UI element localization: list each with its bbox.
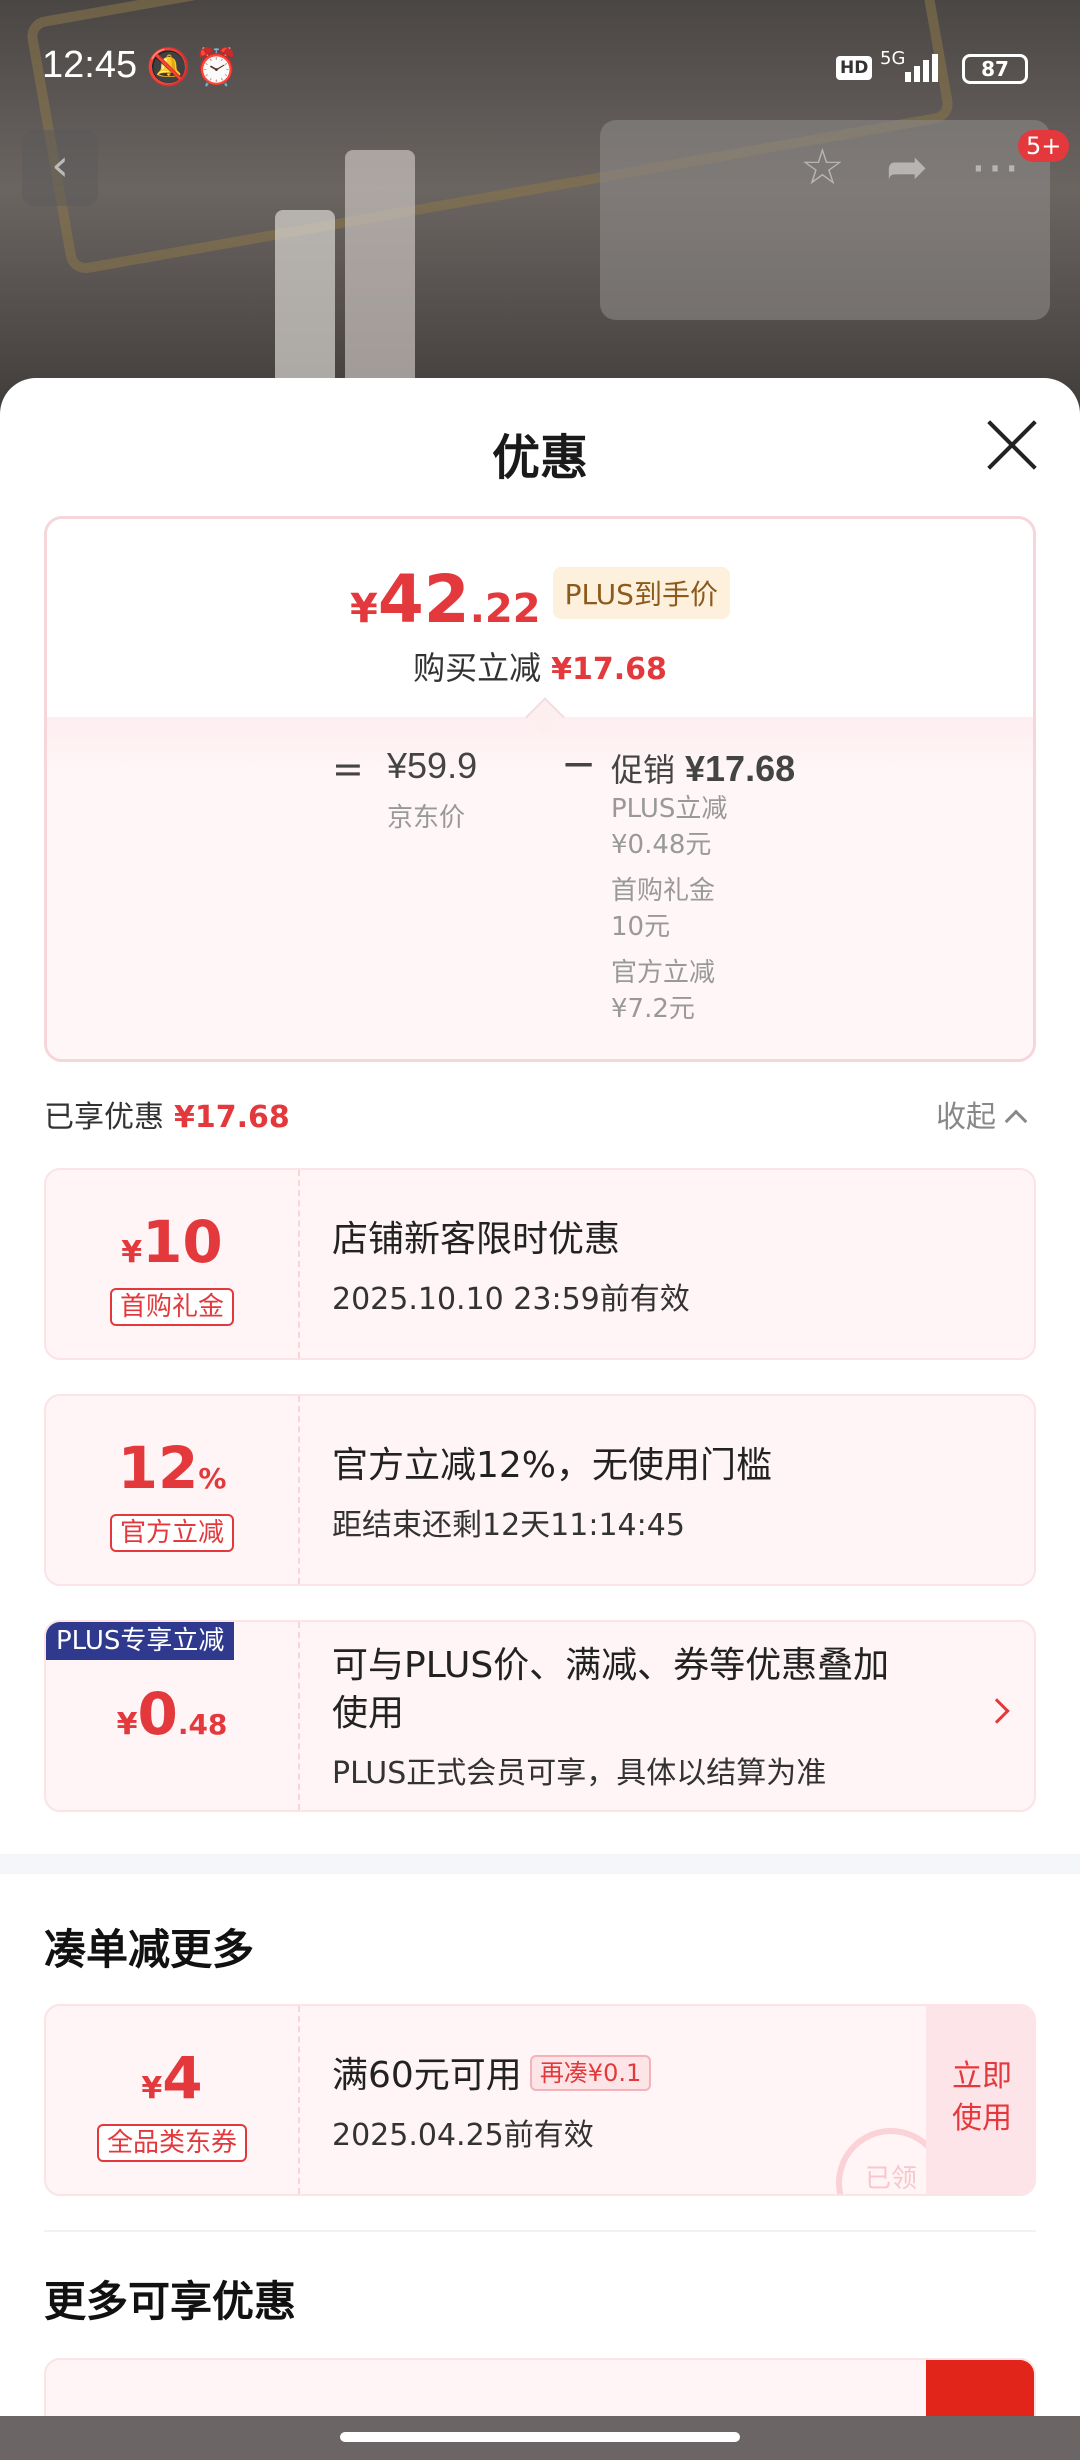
coupon-number: 12: [117, 1434, 199, 1502]
coupon-currency: ¥: [141, 2071, 163, 2106]
promo-item-name: 官方立减: [611, 958, 716, 988]
star-icon[interactable]: ☆: [800, 138, 845, 196]
coupon-number: 4: [162, 2044, 203, 2112]
add-more-badge: 再凑¥0.1: [529, 2055, 652, 2091]
coupon-amount: ¥10: [46, 1208, 298, 1276]
coupon-title-line2: 使用: [332, 1693, 405, 1734]
coupon-kind-label: 首购礼金: [109, 1288, 234, 1326]
price-integer: 42: [377, 561, 470, 638]
cart-badge: 5+: [1018, 130, 1070, 162]
signal-icon: [905, 54, 938, 82]
reduction-value: ¥17.68: [551, 652, 667, 687]
price-breakdown: = ¥59.9 京东价 − 促销 ¥17.68 PLUS立减 ¥0.48元 首购礼…: [47, 717, 1033, 1059]
more-icon[interactable]: ⋯: [970, 138, 1020, 196]
promo-item-value: 10元: [611, 912, 671, 942]
home-indicator[interactable]: [340, 2432, 740, 2442]
coupon-kind: 全品类东券: [46, 2124, 298, 2162]
purchase-reduction: 购买立减 ¥17.68: [47, 643, 1033, 689]
combine-coupon-card[interactable]: ¥4 全品类东券 满60元可用 再凑¥0.1 2025.04.25前有效 已领 立…: [44, 2004, 1036, 2196]
bell-off-icon: 🔕: [146, 47, 191, 88]
bottle-shape: [275, 210, 335, 390]
coupon-subtitle: 距结束还剩12天11:14:45: [332, 1508, 685, 1543]
price-summary-top: ¥42.22 PLUS到手价 购买立减 ¥17.68: [47, 519, 1033, 717]
promo-item-value: ¥7.2元: [611, 994, 695, 1024]
coupon-title: 官方立减12%，无使用门槛: [332, 1445, 773, 1486]
section-divider: [0, 1854, 1080, 1874]
promo-item-value: ¥0.48元: [611, 830, 712, 860]
enjoyed-label: 已享优惠: [44, 1100, 164, 1135]
chevron-right-icon: [984, 1698, 1010, 1724]
coupon-kind-label: 官方立减: [109, 1514, 234, 1552]
coupon-currency: ¥: [121, 1235, 143, 1270]
coupon-decimal: .48: [177, 1708, 228, 1741]
coupon-currency: ¥: [116, 1707, 138, 1742]
sheet-title: 优惠: [491, 430, 588, 486]
jd-price: ¥59.9: [387, 745, 478, 786]
coupon-amount: 12%: [46, 1434, 298, 1502]
enjoyed-value: ¥17.68: [174, 1100, 290, 1135]
enjoyed-discount: 已享优惠 ¥17.68: [44, 1092, 290, 1136]
use-now-button[interactable]: 立即 使用: [926, 2006, 1034, 2194]
jd-price-label: 京东价: [387, 803, 466, 833]
coupon-amount-area: ¥10 首购礼金: [46, 1170, 300, 1358]
coupon-kind: 官方立减: [46, 1514, 298, 1552]
final-price: ¥42.22 PLUS到手价: [47, 561, 1033, 638]
bottle-shape: [345, 150, 415, 390]
chevron-up-icon: [1004, 1109, 1028, 1133]
status-time: 12:45: [42, 44, 138, 86]
plus-ribbon: PLUS专享立减: [46, 1622, 235, 1660]
plus-price-tag: PLUS到手价: [552, 567, 730, 619]
coupon-subtitle: 2025.04.25前有效: [332, 2118, 594, 2153]
coupon-number: 0: [137, 1680, 178, 1748]
hd-icon: HD: [836, 56, 873, 80]
promo-label: 促销: [611, 751, 676, 789]
coupon-amount-area: 12% 官方立减: [46, 1396, 300, 1584]
network-type: 5G: [880, 48, 906, 69]
plus-coupon-card[interactable]: PLUS专享立减 ¥0.48 可与PLUS价、满减、券等优惠叠加 使用 PLUS…: [44, 1620, 1036, 1812]
coupon-amount-area: PLUS专享立减 ¥0.48: [46, 1622, 300, 1810]
alarm-icon: ⏰: [194, 47, 239, 88]
coupon-subtitle: PLUS正式会员可享，具体以结算为准: [332, 1756, 827, 1791]
coupon-subtitle: 2025.10.10 23:59前有效: [332, 1282, 690, 1317]
minus-sign: −: [561, 739, 597, 788]
status-bar: 12:45 🔕 ⏰ HD 5G 87: [0, 0, 1080, 130]
coupon-amount-area: ¥4 全品类东券: [46, 2006, 300, 2194]
collapse-button[interactable]: 收起: [936, 1092, 1028, 1136]
divider-line: [44, 2230, 1036, 2232]
coupon-kind-label: 全品类东券: [96, 2124, 247, 2162]
reduction-label: 购买立减: [413, 649, 542, 687]
combine-section-title: 凑单减更多: [44, 1925, 255, 1974]
promo-item-name: 首购礼金: [611, 876, 716, 906]
coupon-title-line1: 可与PLUS价、满减、券等优惠叠加: [332, 1645, 890, 1686]
promo-value: ¥17.68: [685, 748, 796, 789]
coupon-number: 10: [142, 1208, 223, 1276]
battery-icon: 87: [962, 54, 1028, 84]
coupon-kind: 首购礼金: [46, 1288, 298, 1326]
use-now-line2: 使用: [952, 2101, 1012, 2136]
equals-sign: =: [332, 747, 364, 791]
coupon-threshold: 满60元可用: [332, 2055, 522, 2096]
promo-total: 促销 ¥17.68: [611, 745, 795, 791]
discount-sheet: 优惠 ¥42.22 PLUS到手价 购买立减 ¥17.68 = ¥59.9 京东价 …: [0, 378, 1080, 2460]
price-summary: ¥42.22 PLUS到手价 购买立减 ¥17.68 = ¥59.9 京东价 − 促…: [44, 516, 1036, 1062]
price-decimal: .22: [469, 586, 541, 632]
coupon-card[interactable]: 12% 官方立减 官方立减12%，无使用门槛 距结束还剩12天11:14:45: [44, 1394, 1036, 1586]
currency-symbol: ¥: [350, 586, 378, 632]
coupon-title: 满60元可用 再凑¥0.1: [332, 2052, 652, 2100]
back-button[interactable]: ‹: [22, 130, 98, 206]
coupon-card[interactable]: ¥10 首购礼金 店铺新客限时优惠 2025.10.10 23:59前有效: [44, 1168, 1036, 1360]
coupon-amount: ¥0.48: [46, 1680, 298, 1748]
coupon-title: 店铺新客限时优惠: [332, 1219, 621, 1260]
promo-item-name: PLUS立减: [611, 794, 728, 824]
more-section-title: 更多可享优惠: [44, 2277, 297, 2326]
use-now-line1: 立即: [952, 2059, 1012, 2094]
close-button[interactable]: [985, 418, 1039, 472]
collapse-label: 收起: [936, 1100, 996, 1135]
share-icon[interactable]: ➦: [886, 138, 928, 196]
coupon-amount: ¥4: [46, 2044, 298, 2112]
coupon-percent: %: [198, 1462, 227, 1495]
